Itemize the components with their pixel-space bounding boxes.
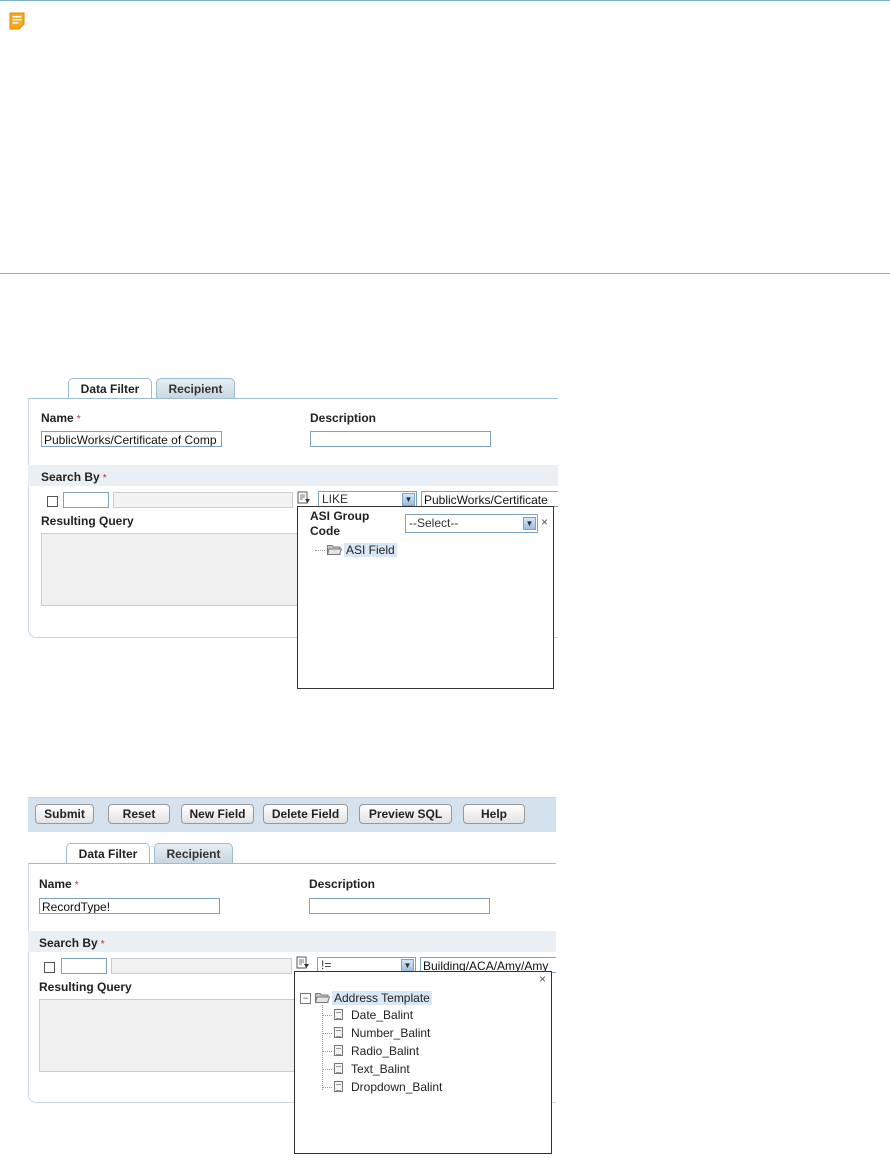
tree-line — [322, 1015, 332, 1016]
name-input[interactable]: PublicWorks/Certificate of Comp — [41, 431, 222, 447]
required-mark: * — [100, 939, 105, 950]
tree-node-text-balint[interactable]: Text_Balint — [351, 1062, 410, 1076]
description-input[interactable] — [310, 431, 491, 447]
resulting-query-label: Resulting Query — [39, 980, 132, 994]
field-tree-popup: × − Address Template Date_Balint Number_… — [294, 971, 552, 1154]
name-label: Name * — [41, 411, 81, 425]
tree-line — [315, 550, 325, 551]
field-icon — [334, 1027, 343, 1038]
search-by-bar — [28, 931, 556, 952]
description-label: Description — [309, 877, 376, 891]
tree-node-radio-balint[interactable]: Radio_Balint — [351, 1044, 419, 1058]
close-icon[interactable]: × — [541, 515, 548, 529]
tree-line — [322, 1005, 323, 1090]
collapse-icon[interactable]: − — [300, 993, 311, 1004]
required-mark: * — [74, 880, 79, 891]
tree-node-address-template[interactable]: Address Template — [332, 991, 432, 1005]
name-label: Name * — [39, 877, 79, 891]
tree-line — [322, 1069, 332, 1070]
submit-button[interactable]: Submit — [35, 804, 94, 824]
help-button[interactable]: Help — [463, 804, 525, 824]
note-icon — [9, 12, 25, 30]
preview-sql-button[interactable]: Preview SQL — [359, 804, 452, 824]
row-checkbox[interactable] — [44, 962, 55, 973]
field-code-input[interactable] — [61, 958, 107, 974]
search-value-input[interactable]: PublicWorks/Certificate — [421, 491, 558, 507]
toolbar: Submit Reset New Field Delete Field Prev… — [28, 797, 556, 832]
field-name-input — [113, 492, 293, 508]
field-icon — [334, 1081, 343, 1092]
delete-field-button[interactable]: Delete Field — [263, 804, 348, 824]
field-picker-icon[interactable] — [296, 956, 310, 970]
asi-group-code-label: ASI Group Code — [310, 509, 370, 538]
resulting-query-area — [41, 533, 303, 606]
description-label: Description — [310, 411, 377, 425]
close-icon[interactable]: × — [539, 972, 546, 986]
tree-node-date-balint[interactable]: Date_Balint — [351, 1008, 413, 1022]
chevron-down-icon: ▼ — [523, 517, 536, 530]
required-mark: * — [76, 414, 81, 425]
tree-line — [322, 1033, 332, 1034]
note-box — [0, 0, 890, 274]
asi-group-select[interactable]: --Select-- ▼ — [405, 514, 538, 533]
tab-data-filter[interactable]: Data Filter — [68, 378, 152, 399]
tree-node-asi-field[interactable]: ASI Field — [344, 543, 397, 557]
required-mark: * — [102, 473, 107, 484]
field-icon — [334, 1009, 343, 1020]
resulting-query-label: Resulting Query — [41, 514, 134, 528]
description-input[interactable] — [309, 898, 490, 914]
search-by-label: Search By * — [39, 936, 105, 950]
field-icon — [334, 1063, 343, 1074]
search-by-bar — [28, 465, 558, 486]
field-name-input — [111, 958, 292, 974]
screenshot-2-data-filter: Submit Reset New Field Delete Field Prev… — [28, 797, 558, 1157]
tree-node-number-balint[interactable]: Number_Balint — [351, 1026, 430, 1040]
resulting-query-area — [39, 999, 301, 1072]
tree-line — [322, 1087, 332, 1088]
field-code-input[interactable] — [63, 492, 109, 508]
screenshot-1-data-filter: Data Filter Recipient Name * PublicWorks/… — [28, 378, 558, 690]
name-input[interactable]: RecordType! — [39, 898, 220, 914]
folder-icon — [327, 545, 342, 555]
search-by-label: Search By * — [41, 470, 107, 484]
tab-recipient[interactable]: Recipient — [154, 843, 233, 863]
folder-open-icon — [315, 993, 330, 1003]
new-field-button[interactable]: New Field — [181, 804, 254, 824]
tree-node-dropdown-balint[interactable]: Dropdown_Balint — [351, 1080, 442, 1094]
tab-recipient[interactable]: Recipient — [156, 378, 235, 398]
chevron-down-icon: ▼ — [402, 493, 415, 506]
row-checkbox[interactable] — [47, 496, 58, 507]
field-icon — [334, 1045, 343, 1056]
tree-line — [322, 1051, 332, 1052]
reset-button[interactable]: Reset — [108, 804, 170, 824]
tab-data-filter[interactable]: Data Filter — [66, 843, 150, 864]
field-picker-icon[interactable] — [297, 491, 311, 505]
asi-field-picker-popup: ASI Group Code --Select-- ▼ × ASI Field — [297, 506, 554, 689]
